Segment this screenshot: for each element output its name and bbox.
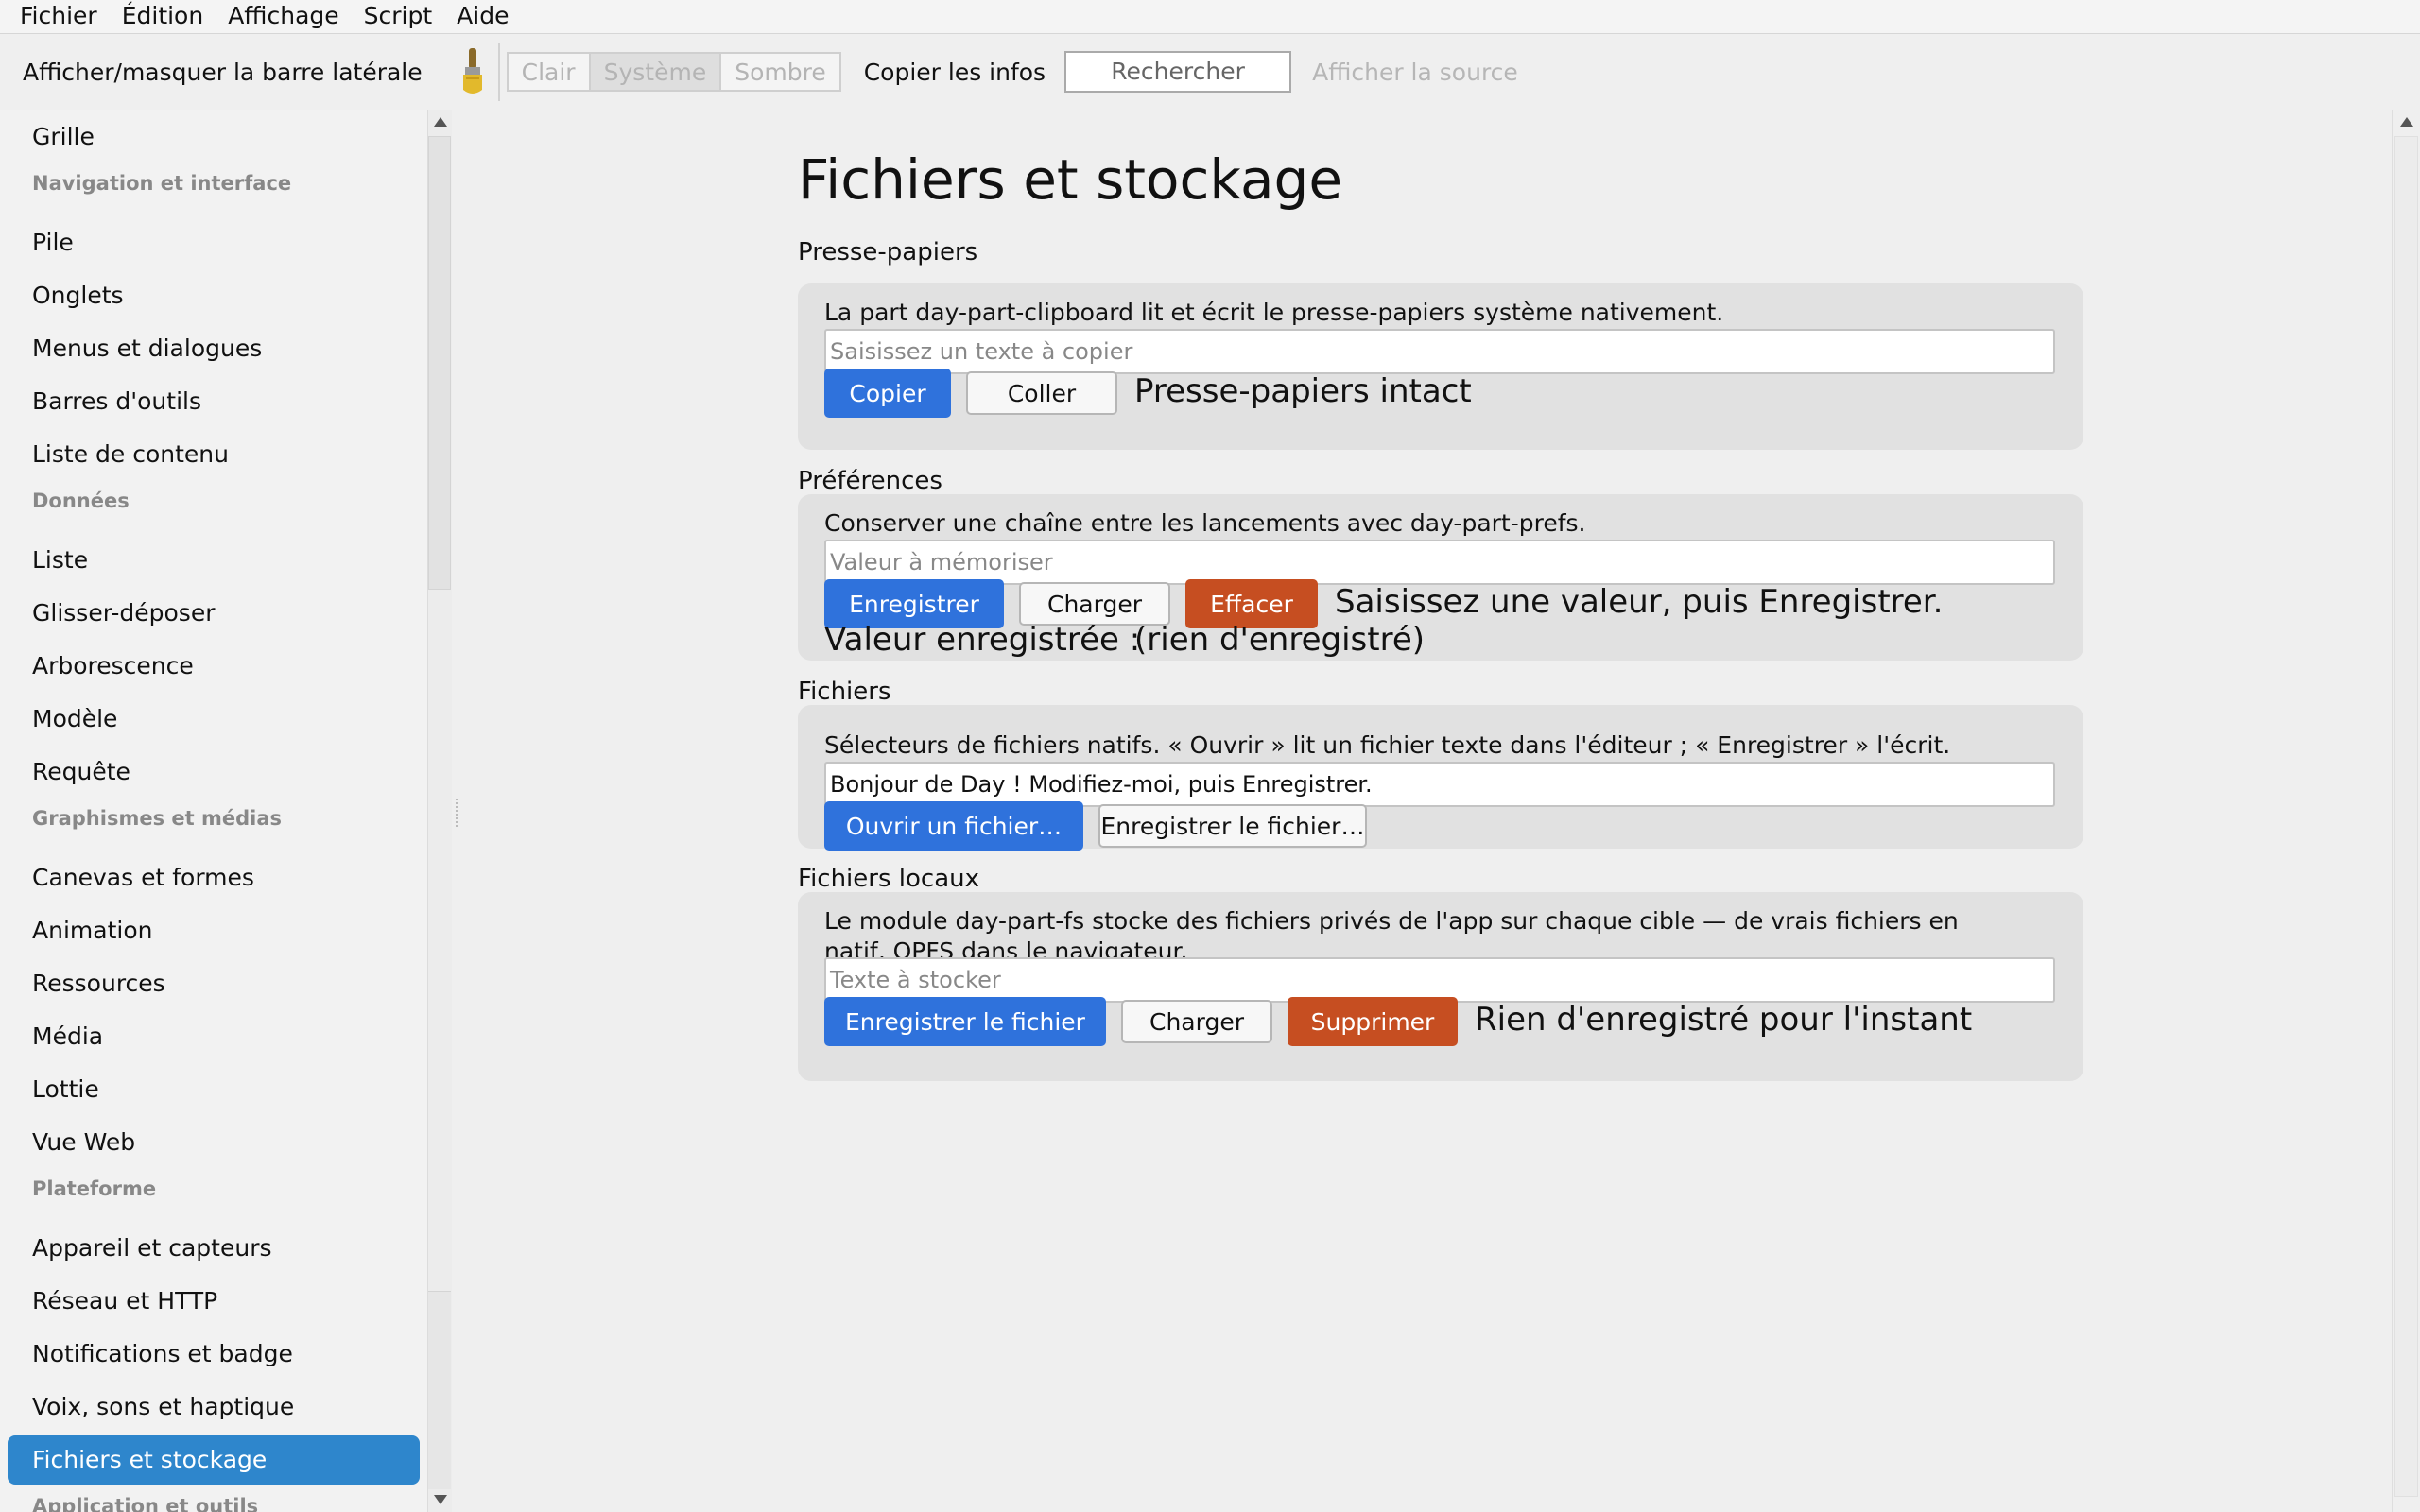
toggle-sidebar-button[interactable]: Afficher/masquer la barre latérale bbox=[23, 59, 423, 86]
preferences-description: Conserver une chaîne entre les lancement… bbox=[824, 509, 1586, 537]
preferences-card: Conserver une chaîne entre les lancement… bbox=[798, 494, 2083, 661]
sidebar-item-canevas-et-formes[interactable]: Canevas et formes bbox=[8, 853, 420, 902]
main-scroll-thumb[interactable] bbox=[2394, 136, 2418, 1497]
sidebar: Grille Navigation et interface Pile Onglets… bbox=[0, 110, 427, 1512]
open-file-button[interactable]: Ouvrir un fichier… bbox=[824, 801, 1083, 850]
sidebar-item-arborescence[interactable]: Arborescence bbox=[8, 642, 420, 691]
sidebar-item-menus-et-dialogues[interactable]: Menus et dialogues bbox=[8, 324, 420, 373]
sidebar-item-grille[interactable]: Grille bbox=[8, 112, 420, 162]
saved-value-label: Valeur enregistrée : bbox=[824, 621, 1141, 659]
page-title: Fichiers et stockage bbox=[798, 147, 1343, 212]
menu-bar: Fichier Édition Affichage Script Aide bbox=[0, 0, 2420, 34]
delete-local-file-button[interactable]: Supprimer bbox=[1288, 997, 1458, 1046]
clipboard-card: La part day-part-clipboard lit et écrit … bbox=[798, 284, 2083, 450]
clipboard-status: Presse-papiers intact bbox=[1134, 372, 1472, 410]
sidebar-scroll-track-lower bbox=[428, 1291, 451, 1489]
sidebar-scrollbar[interactable] bbox=[427, 110, 452, 1512]
sidebar-item-appareil-et-capteurs[interactable]: Appareil et capteurs bbox=[8, 1224, 420, 1273]
sidebar-item-onglets[interactable]: Onglets bbox=[8, 271, 420, 320]
sidebar-item-animation[interactable]: Animation bbox=[8, 906, 420, 955]
sidebar-section-header: Navigation et interface bbox=[32, 172, 292, 195]
local-file-text-input[interactable]: Texte à stocker bbox=[824, 957, 2055, 1003]
load-local-file-button[interactable]: Charger bbox=[1121, 1000, 1272, 1043]
local-files-card: Le module day-part-fs stocke des fichier… bbox=[798, 892, 2083, 1081]
menu-edit[interactable]: Édition bbox=[110, 0, 216, 34]
copy-info-button[interactable]: Copier les infos bbox=[864, 59, 1046, 86]
local-files-status: Rien d'enregistré pour l'instant bbox=[1475, 1001, 1973, 1039]
view-source-button[interactable]: Afficher la source bbox=[1312, 59, 1518, 86]
sidebar-item-liste-de-contenu[interactable]: Liste de contenu bbox=[8, 430, 420, 479]
sidebar-item-pile[interactable]: Pile bbox=[8, 218, 420, 267]
sidebar-section-header: Plateforme bbox=[32, 1177, 157, 1200]
sidebar-section-header: Graphismes et médias bbox=[32, 807, 282, 830]
sidebar-section-header: Données bbox=[32, 490, 130, 512]
preference-value-input[interactable]: Valeur à mémoriser bbox=[824, 540, 2055, 585]
scroll-up-arrow-icon[interactable] bbox=[434, 117, 447, 127]
sidebar-section-header: Application et outils bbox=[32, 1495, 259, 1512]
sidebar-item-ressources[interactable]: Ressources bbox=[8, 959, 420, 1008]
sidebar-item-réseau-et-http[interactable]: Réseau et HTTP bbox=[8, 1277, 420, 1326]
sidebar-item-média[interactable]: Média bbox=[8, 1012, 420, 1061]
menu-help[interactable]: Aide bbox=[444, 0, 521, 34]
search-input[interactable]: Rechercher bbox=[1064, 51, 1292, 93]
copy-button[interactable]: Copier bbox=[824, 369, 951, 418]
saved-value: (rien d'enregistré) bbox=[1134, 621, 1425, 659]
preferences-status: Saisissez une valeur, puis Enregistrer. bbox=[1335, 583, 1944, 621]
menu-script[interactable]: Script bbox=[352, 0, 445, 34]
main-content: Fichiers et stockage Presse-papiers La p… bbox=[459, 110, 2392, 1512]
sidebar-item-barres-d-outils[interactable]: Barres d'outils bbox=[8, 377, 420, 426]
theme-light-button[interactable]: Clair bbox=[506, 52, 591, 92]
save-file-button[interactable]: Enregistrer le fichier… bbox=[1098, 804, 1367, 848]
main-scrollbar[interactable] bbox=[2392, 110, 2420, 1512]
sidebar-item-voix-sons-et-haptique[interactable]: Voix, sons et haptique bbox=[8, 1383, 420, 1432]
menu-view[interactable]: Affichage bbox=[216, 0, 351, 34]
theme-dark-button[interactable]: Sombre bbox=[719, 52, 841, 92]
sidebar-item-fichiers-et-stockage[interactable]: Fichiers et stockage bbox=[8, 1435, 420, 1485]
scroll-down-arrow-icon[interactable] bbox=[434, 1495, 447, 1504]
paintbrush-icon[interactable] bbox=[457, 46, 489, 97]
menu-file[interactable]: Fichier bbox=[8, 0, 110, 34]
sidebar-item-liste[interactable]: Liste bbox=[8, 536, 420, 585]
sidebar-item-modèle[interactable]: Modèle bbox=[8, 695, 420, 744]
files-description: Sélecteurs de fichiers natifs. « Ouvrir … bbox=[824, 731, 1951, 759]
theme-system-button[interactable]: Système bbox=[588, 52, 722, 92]
section-title-local-files: Fichiers locaux bbox=[798, 865, 980, 893]
section-title-files: Fichiers bbox=[798, 678, 891, 706]
sidebar-item-glisser-déposer[interactable]: Glisser-déposer bbox=[8, 589, 420, 638]
toolbar-separator bbox=[497, 43, 500, 101]
section-title-preferences: Préférences bbox=[798, 467, 942, 495]
files-card: Sélecteurs de fichiers natifs. « Ouvrir … bbox=[798, 705, 2083, 850]
main-scroll-up-arrow-icon[interactable] bbox=[2400, 117, 2413, 127]
file-editor-input[interactable]: Bonjour de Day ! Modifiez-moi, puis Enre… bbox=[824, 762, 2055, 807]
clipboard-text-input[interactable]: Saisissez un texte à copier bbox=[824, 329, 2055, 374]
sidebar-item-vue-web[interactable]: Vue Web bbox=[8, 1118, 420, 1167]
sidebar-item-notifications-et-badge[interactable]: Notifications et badge bbox=[8, 1330, 420, 1379]
load-preference-button[interactable]: Charger bbox=[1019, 582, 1170, 626]
toolbar: Afficher/masquer la barre latérale Clair… bbox=[0, 35, 2420, 109]
sidebar-item-lottie[interactable]: Lottie bbox=[8, 1065, 420, 1114]
save-local-file-button[interactable]: Enregistrer le fichier bbox=[824, 997, 1106, 1046]
sidebar-scroll-thumb[interactable] bbox=[428, 136, 451, 590]
section-title-clipboard: Presse-papiers bbox=[798, 238, 978, 266]
paste-button[interactable]: Coller bbox=[966, 371, 1117, 415]
sidebar-item-requête[interactable]: Requête bbox=[8, 747, 420, 797]
theme-segmented-control: Clair Système Sombre bbox=[506, 52, 841, 92]
local-files-description-line1: Le module day-part-fs stocke des fichier… bbox=[824, 907, 1959, 935]
clipboard-description: La part day-part-clipboard lit et écrit … bbox=[824, 299, 1724, 326]
